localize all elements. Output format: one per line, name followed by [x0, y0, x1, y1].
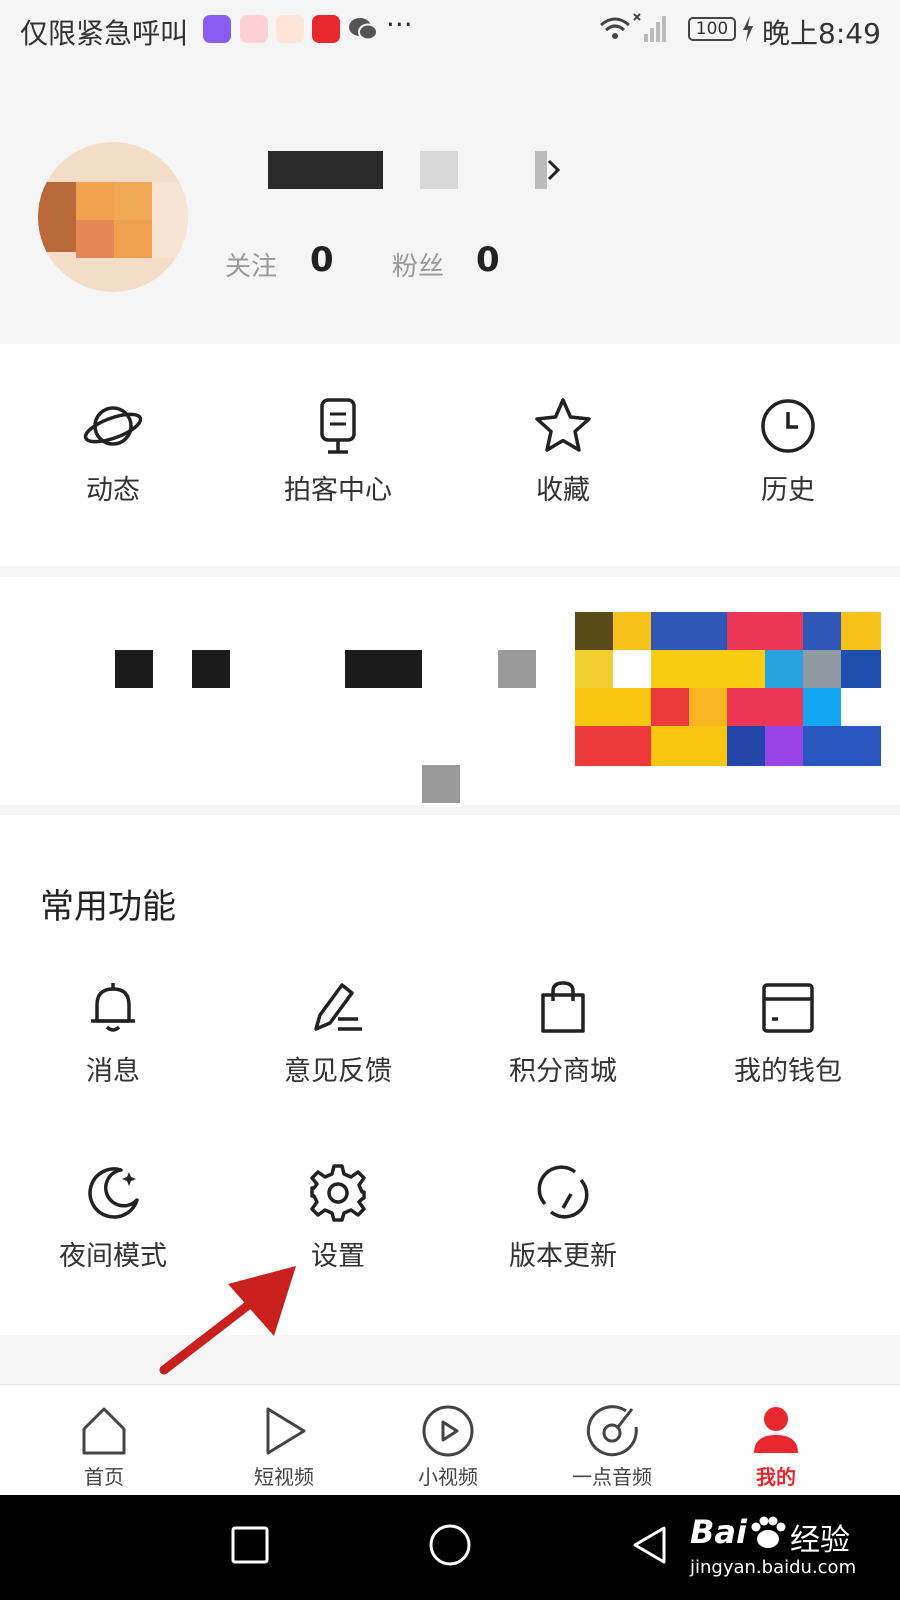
audio-disc-icon	[584, 1403, 640, 1459]
quick-nav-label: 拍客中心	[284, 475, 392, 506]
recents-button[interactable]	[230, 1525, 270, 1565]
function-label: 消息	[86, 1056, 140, 1087]
home-button[interactable]	[428, 1523, 472, 1567]
star-icon	[531, 394, 595, 458]
section-title: 常用功能	[40, 887, 176, 927]
watermark-url: jingyan.baidu.com	[690, 1557, 857, 1578]
function-version-update[interactable]: 版本更新	[453, 1160, 673, 1273]
watermark-brand-cn: 经验	[790, 1523, 850, 1558]
home-icon	[76, 1403, 132, 1459]
quick-nav-label: 收藏	[536, 475, 590, 506]
app-notification-icon	[240, 15, 268, 43]
wifi-icon	[598, 13, 632, 43]
avatar[interactable]	[38, 142, 188, 292]
status-bar: 仅限紧急呼叫 ··· 100 晚上8:49	[0, 0, 900, 62]
chevron-right-icon[interactable]	[535, 151, 565, 189]
quick-nav-favorites[interactable]: 收藏	[453, 394, 673, 507]
banner-card[interactable]	[0, 577, 900, 805]
refresh-icon	[531, 1160, 595, 1224]
baidu-watermark: Bai 经验 jingyan.baidu.com	[690, 1513, 890, 1593]
quick-nav-label: 历史	[761, 475, 815, 506]
function-feedback[interactable]: 意见反馈	[228, 975, 448, 1088]
wallet-icon	[756, 975, 820, 1039]
banner-image	[575, 612, 881, 766]
paw-icon	[748, 1515, 788, 1551]
tab-short-video[interactable]: 短视频	[194, 1403, 374, 1490]
redacted-banner-text	[115, 650, 153, 688]
quick-nav-history[interactable]: 历史	[678, 394, 898, 507]
annotation-arrow	[150, 1262, 310, 1382]
carrier-text: 仅限紧急呼叫	[20, 17, 189, 50]
back-button[interactable]	[630, 1525, 670, 1565]
redacted-banner-text	[498, 650, 536, 688]
fans-count[interactable]: 0	[476, 240, 500, 280]
play-icon	[256, 1403, 312, 1459]
profile-header[interactable]: 关注 0 粉丝 0	[0, 62, 900, 344]
tab-home[interactable]: 首页	[14, 1403, 194, 1490]
bell-icon	[81, 975, 145, 1039]
shopping-bag-icon	[531, 975, 595, 1039]
function-label: 意见反馈	[284, 1056, 392, 1087]
redacted-username-part	[420, 151, 458, 189]
person-icon	[748, 1403, 804, 1459]
app-notification-icon	[276, 15, 304, 43]
tmall-icon	[312, 15, 340, 43]
quick-nav-creator-center[interactable]: 拍客中心	[228, 394, 448, 507]
tab-label: 短视频	[254, 1465, 314, 1489]
function-night-mode[interactable]: 夜间模式	[3, 1160, 223, 1273]
common-functions: 常用功能 消息 意见反馈 积分商城 我的钱包 夜间模式 设置 版本更新	[0, 815, 900, 1335]
gear-icon	[306, 1160, 370, 1224]
clock-icon	[756, 394, 820, 458]
tab-me[interactable]: 我的	[686, 1403, 866, 1490]
redacted-banner-text	[345, 650, 422, 688]
redacted-banner-text	[422, 765, 460, 803]
bottom-tab-bar: 首页 短视频 小视频 一点音频 我的	[0, 1384, 900, 1496]
quick-nav-label: 动态	[86, 475, 140, 506]
tab-label: 我的	[756, 1465, 796, 1489]
quick-nav-dynamic[interactable]: 动态	[3, 394, 223, 507]
follow-count[interactable]: 0	[310, 240, 334, 280]
redacted-username	[268, 151, 383, 189]
function-label: 版本更新	[509, 1241, 617, 1272]
function-points-mall[interactable]: 积分商城	[453, 975, 673, 1088]
function-wallet[interactable]: 我的钱包	[678, 975, 898, 1088]
system-nav-bar: Bai 经验 jingyan.baidu.com	[0, 1495, 900, 1600]
function-label: 积分商城	[509, 1056, 617, 1087]
play-circle-icon	[420, 1403, 476, 1459]
wechat-icon	[348, 16, 378, 42]
redacted-banner-text	[192, 650, 230, 688]
function-settings[interactable]: 设置	[228, 1160, 448, 1273]
clock: 晚上8:49	[762, 17, 881, 50]
watermark-brand: Bai	[690, 1513, 747, 1551]
tab-label: 首页	[84, 1465, 124, 1489]
microphone-icon	[306, 394, 370, 458]
follow-label[interactable]: 关注	[225, 246, 277, 283]
pen-icon	[306, 975, 370, 1039]
quick-nav: 动态 拍客中心 收藏 历史	[0, 344, 900, 566]
fans-label[interactable]: 粉丝	[392, 246, 444, 283]
tab-label: 小视频	[418, 1465, 478, 1489]
tab-audio[interactable]: 一点音频	[522, 1403, 702, 1490]
function-label: 我的钱包	[734, 1056, 842, 1087]
tab-label: 一点音频	[572, 1465, 652, 1489]
function-messages[interactable]: 消息	[3, 975, 223, 1088]
charging-icon	[742, 16, 754, 42]
tab-mini-video[interactable]: 小视频	[358, 1403, 538, 1490]
more-notifications: ···	[386, 8, 413, 41]
planet-icon	[81, 394, 145, 458]
app-notification-icon	[203, 15, 231, 43]
signal-icon	[632, 12, 668, 44]
moon-icon	[81, 1160, 145, 1224]
battery-indicator: 100	[688, 17, 736, 41]
